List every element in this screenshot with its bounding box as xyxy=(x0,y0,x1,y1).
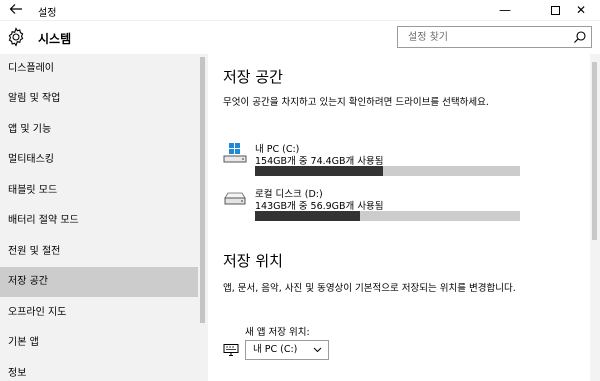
page-title: 시스템 xyxy=(38,32,72,46)
sidebar-scrollbar-thumb[interactable] xyxy=(200,57,205,323)
drive-item-d[interactable]: 로컬 디스크 (D:) 143GB개 중 56.9GB개 사용됨 xyxy=(223,187,523,227)
sidebar-item-battery-saver[interactable]: 배터리 절약 모드 xyxy=(0,206,198,236)
minimize-button[interactable]: — xyxy=(486,0,524,20)
main-scrollbar-thumb[interactable] xyxy=(592,62,597,240)
sidebar-item-power[interactable]: 전원 및 절전 xyxy=(0,237,198,267)
sidebar-item-offline-maps[interactable]: 오프라인 지도 xyxy=(0,298,198,328)
new-apps-location-dropdown[interactable]: 내 PC (C:) xyxy=(245,340,329,360)
search-input[interactable] xyxy=(398,27,568,47)
back-arrow-icon[interactable] xyxy=(8,2,24,18)
new-apps-label: 새 앱 저장 위치: xyxy=(245,327,310,338)
windows-drive-icon xyxy=(223,143,247,163)
sidebar-item-display[interactable]: 디스플레이 xyxy=(0,54,198,84)
main-scrollbar[interactable] xyxy=(590,54,600,381)
maximize-icon xyxy=(550,6,560,15)
close-icon: ✕ xyxy=(575,3,587,17)
drive-item-c[interactable]: 내 PC (C:) 154GB개 중 74.4GB개 사용됨 xyxy=(223,142,523,182)
drive-usage-bar-fill xyxy=(255,166,384,176)
sidebar-item-apps[interactable]: 앱 및 기능 xyxy=(0,115,198,145)
drive-usage-bar-fill xyxy=(255,211,361,221)
sidebar: 디스플레이 알림 및 작업 앱 및 기능 멀티태스킹 태블릿 모드 배터리 절약… xyxy=(0,54,208,381)
monitor-icon xyxy=(223,344,239,356)
chevron-down-icon xyxy=(313,341,322,366)
drive-usage: 154GB개 중 74.4GB개 사용됨 xyxy=(255,156,384,167)
save-locations-heading: 저장 위치 xyxy=(223,252,283,270)
storage-description: 무엇이 공간을 차지하고 있는지 확인하려면 드라이브를 선택하세요. xyxy=(223,97,489,108)
sidebar-item-multitasking[interactable]: 멀티태스킹 xyxy=(0,145,198,175)
sidebar-item-notifications[interactable]: 알림 및 작업 xyxy=(0,84,198,114)
drive-usage-bar xyxy=(255,211,520,221)
sidebar-item-about[interactable]: 정보 xyxy=(0,359,198,381)
sidebar-item-storage[interactable]: 저장 공간 xyxy=(0,267,198,297)
dropdown-value: 내 PC (C:) xyxy=(253,344,298,355)
search-box[interactable] xyxy=(397,26,592,48)
drive-usage-bar xyxy=(255,166,520,176)
window-title: 설정 xyxy=(38,8,57,19)
title-bar: 설정 — ✕ xyxy=(0,0,600,21)
search-icon[interactable] xyxy=(573,30,587,44)
storage-heading: 저장 공간 xyxy=(223,68,283,86)
hard-drive-icon xyxy=(224,192,246,205)
new-apps-row: 내 PC (C:) xyxy=(223,340,423,360)
sidebar-item-default-apps[interactable]: 기본 앱 xyxy=(0,328,198,358)
sidebar-item-tablet-mode[interactable]: 태블릿 모드 xyxy=(0,176,198,206)
main-content: 저장 공간 무엇이 공간을 차지하고 있는지 확인하려면 드라이브를 선택하세요… xyxy=(208,54,600,381)
close-button[interactable]: ✕ xyxy=(562,0,600,20)
drive-usage: 143GB개 중 56.9GB개 사용됨 xyxy=(255,201,384,212)
page-header: 시스템 xyxy=(0,22,600,54)
minimize-icon: — xyxy=(499,3,511,17)
save-locations-description: 앱, 문서, 음악, 사진 및 동영상이 기본적으로 저장되는 위치를 변경합니… xyxy=(223,283,516,294)
gear-icon xyxy=(8,27,24,47)
